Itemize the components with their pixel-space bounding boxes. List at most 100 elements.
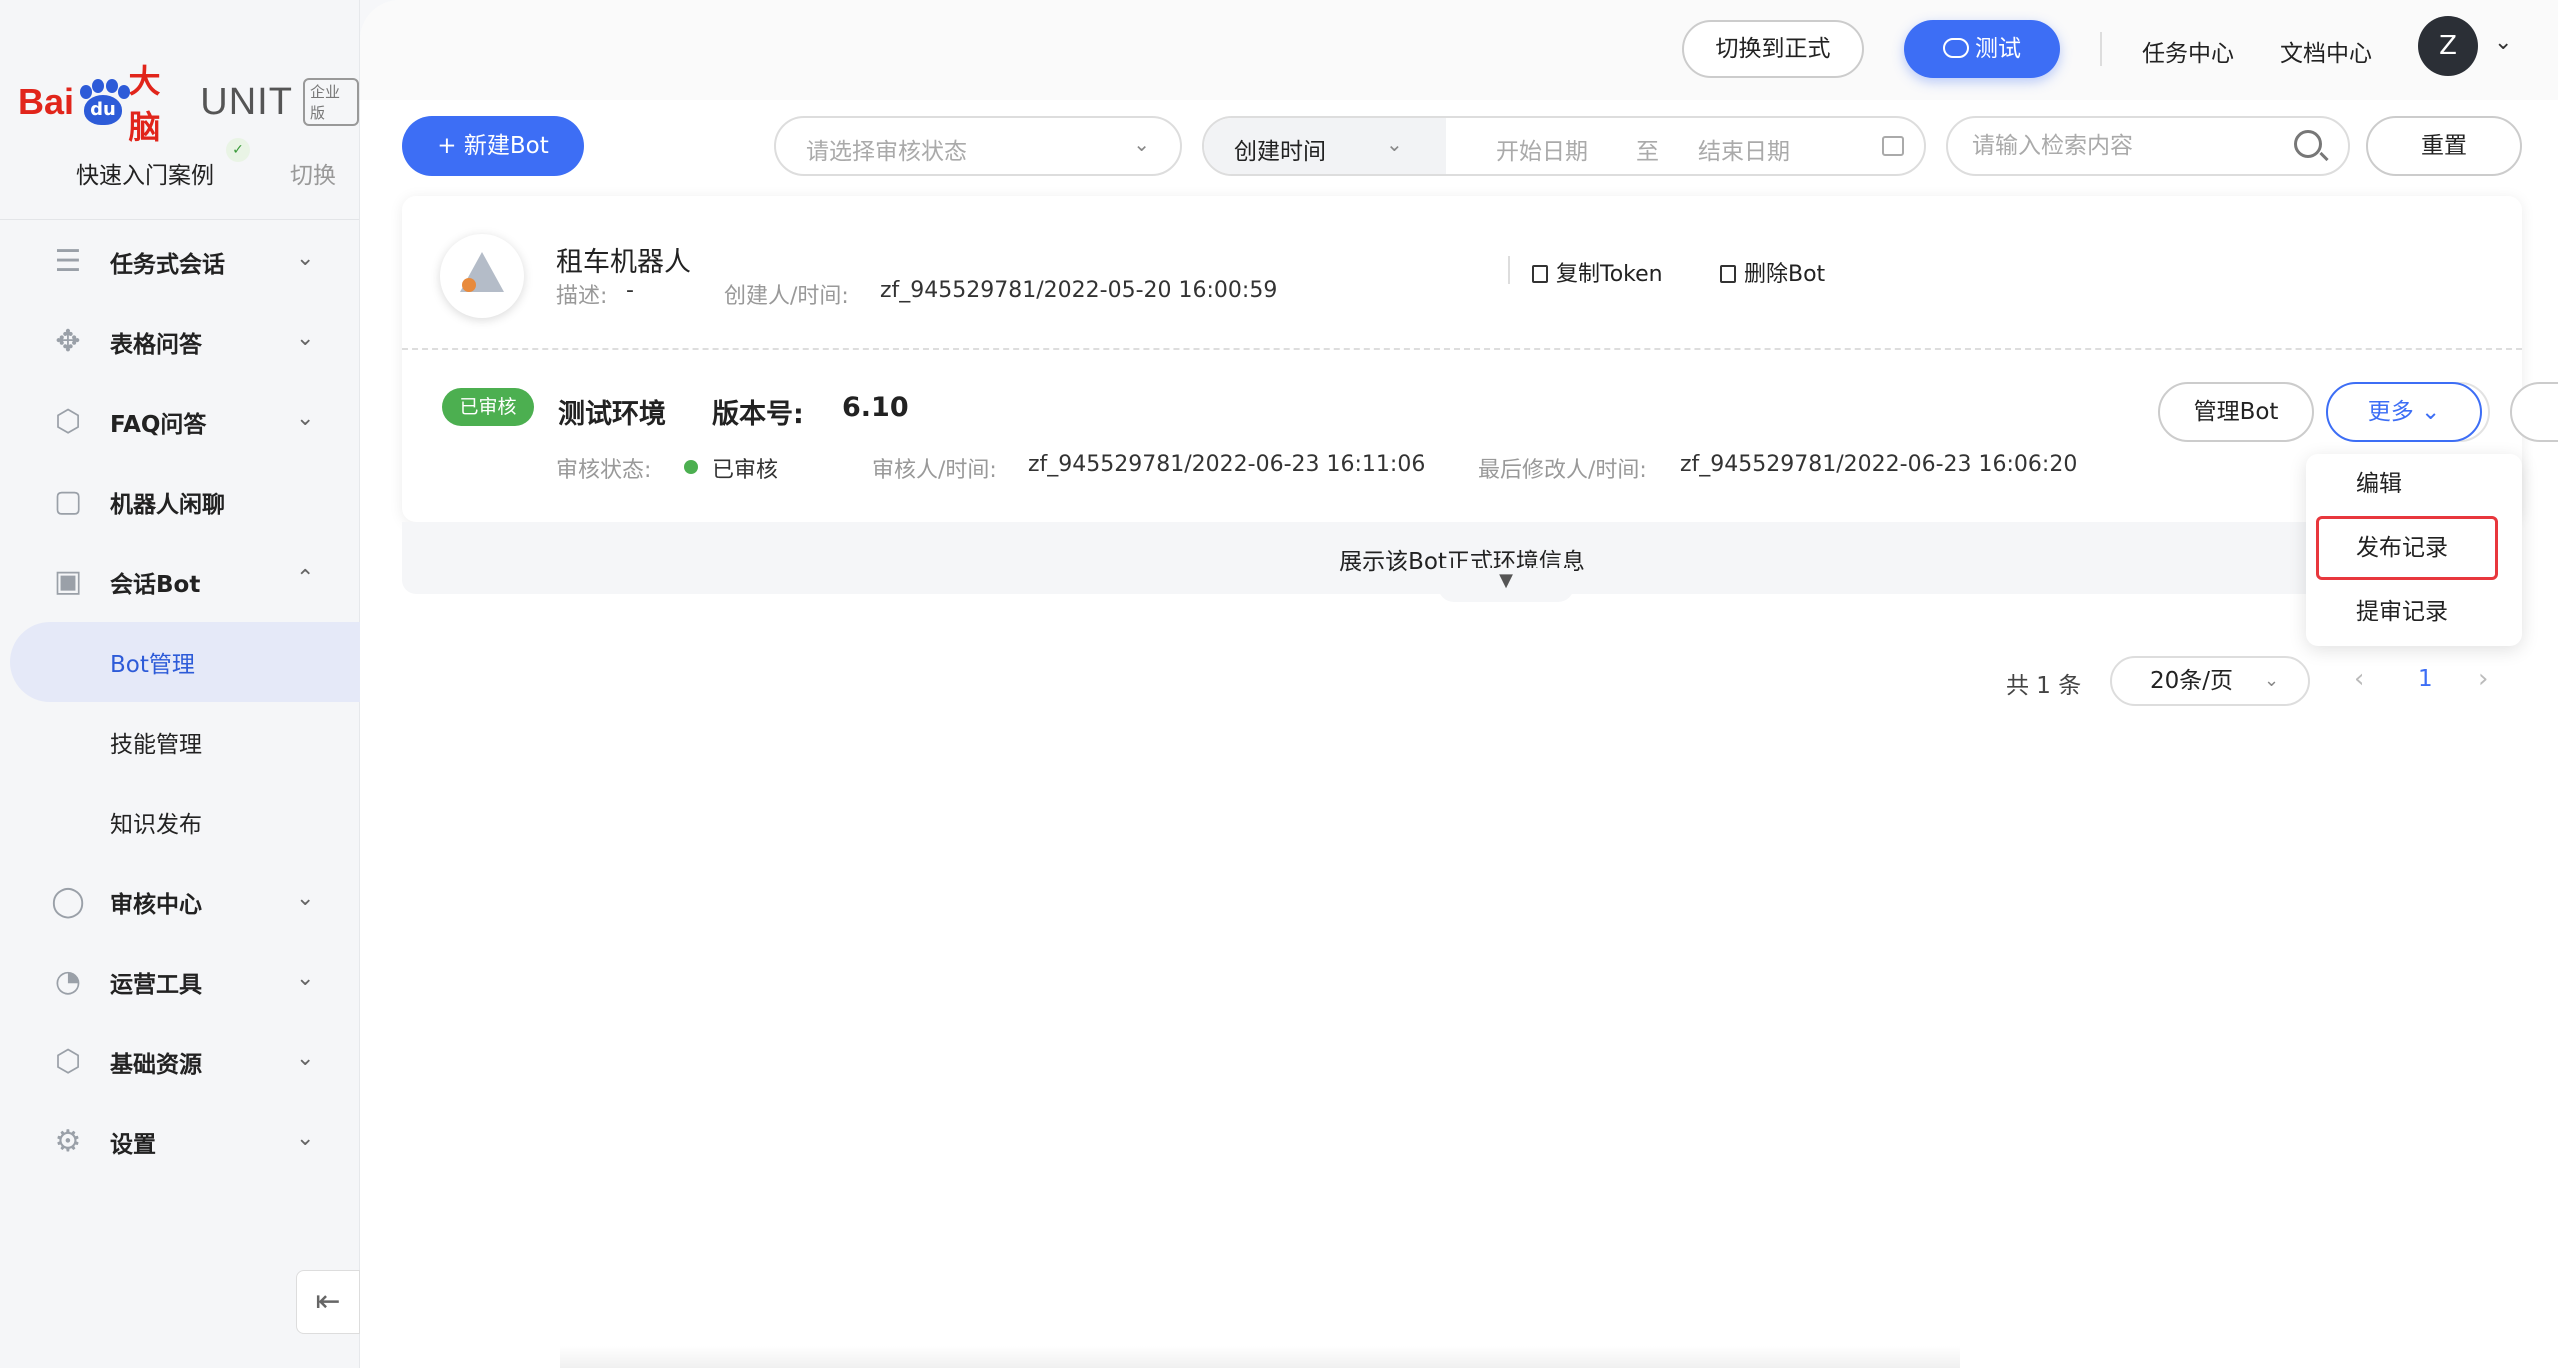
header-divider	[1508, 256, 1510, 284]
sidebar-item-label: 设置	[110, 1132, 156, 1158]
sidebar-item-settings[interactable]: ⚙ 设置 ⌄	[0, 1102, 360, 1182]
review-status-value: 已审核	[712, 458, 779, 483]
collapse-sidebar-icon[interactable]: ⇤	[296, 1270, 360, 1334]
chat-icon	[1943, 38, 1969, 58]
publish-button[interactable]: 发布	[2510, 382, 2558, 442]
more-label: 更多	[2367, 399, 2414, 425]
search-box	[1946, 116, 2350, 176]
delete-bot-label: 删除Bot	[1744, 262, 1826, 287]
search-icon[interactable]	[2294, 130, 2322, 158]
chevron-down-icon: ⌄	[296, 886, 315, 911]
end-date-input[interactable]: 结束日期	[1698, 132, 1790, 166]
sidebar-item-faq[interactable]: ⬡ FAQ问答 ⌄	[0, 382, 360, 462]
menu-item-review-records[interactable]: 提审记录	[2306, 582, 2522, 642]
chevron-down-icon: ⌄	[296, 326, 315, 351]
switch-to-formal-button[interactable]: 切换到正式	[1682, 20, 1864, 78]
bot-name: 租车机器人	[556, 247, 691, 278]
sidebar-item-review-center[interactable]: ◯ 审核中心 ⌄	[0, 862, 360, 942]
current-page[interactable]: 1	[2418, 666, 2433, 692]
topbar: 切换到正式 测试 任务中心 文档中心 Z ⌄	[360, 0, 2558, 100]
calendar-icon[interactable]	[1882, 136, 1904, 156]
review-status-select[interactable]: 请选择审核状态 ⌄	[774, 116, 1182, 176]
review-status-label: 审核状态:	[556, 458, 652, 483]
switch-case-link[interactable]: 切换	[290, 156, 336, 190]
chevron-down-icon: ⌄	[296, 966, 315, 991]
sidebar-item-label: 审核中心	[110, 892, 202, 918]
chevron-down-icon: ⌄	[296, 246, 315, 271]
baidu-unit-logo[interactable]: Bai du 大脑 UNIT 企业版	[18, 56, 360, 148]
triangle-down-icon[interactable]: ▼	[1438, 568, 1574, 602]
sidebar-subitem-label: 技能管理	[110, 732, 202, 758]
page-size-select[interactable]: 20条/页 ⌄	[2110, 656, 2310, 706]
date-range-filter: 创建时间 ⌄ 开始日期 至 结束日期	[1202, 116, 1926, 176]
sidebar-subitem-label: 知识发布	[110, 812, 202, 838]
sidebar-subitem-skill-manage[interactable]: 技能管理	[0, 702, 360, 782]
baidu-paw-icon: du	[76, 79, 131, 125]
doc-center-link[interactable]: 文档中心	[2280, 34, 2372, 68]
delete-bot-button[interactable]: 删除Bot	[1720, 256, 1825, 288]
next-page-icon[interactable]: ›	[2478, 664, 2488, 694]
chevron-up-icon: ⌃	[296, 566, 315, 591]
prev-page-icon[interactable]: ‹	[2354, 664, 2364, 694]
bot-card: 租车机器人 描述: - 创建人/时间: zf_945529781/2022-05…	[402, 196, 2558, 522]
gear-icon: ⚙	[54, 1124, 82, 1159]
reset-button[interactable]: 重置	[2366, 116, 2522, 176]
card-divider	[402, 348, 2522, 350]
sidebar-item-label: 运营工具	[110, 972, 202, 998]
logo-bai: Bai	[18, 81, 75, 122]
bot-icon: ▣	[53, 564, 83, 599]
sidebar-item-base-resources[interactable]: ⬡ 基础资源 ⌄	[0, 1022, 360, 1102]
start-date-input[interactable]: 开始日期	[1496, 132, 1588, 166]
new-bot-button[interactable]: + 新建Bot	[402, 116, 584, 176]
logo-du: du	[84, 95, 123, 125]
sidebar-item-label: 任务式会话	[110, 252, 225, 278]
chevron-down-icon: ⌄	[1386, 132, 1403, 156]
copy-token-button[interactable]: 复制Token	[1532, 256, 1663, 288]
version-value: 6.10	[842, 392, 909, 423]
chevron-down-icon[interactable]: ⌄	[2494, 30, 2512, 55]
logo-area: Bai du 大脑 UNIT 企业版 快速入门案例 ✓ 切换	[0, 0, 360, 220]
topbar-divider	[2100, 32, 2102, 66]
menu-item-edit[interactable]: 编辑	[2306, 454, 2522, 514]
test-button[interactable]: 测试	[1904, 20, 2060, 78]
search-input[interactable]	[1972, 128, 2272, 164]
sidebar-item-dialog-bot[interactable]: ▣ 会话Bot ⌃	[0, 542, 360, 622]
chat-bubble-icon: ▢	[53, 484, 83, 519]
avatar[interactable]: Z	[2418, 16, 2478, 76]
plus-icon: +	[437, 133, 464, 159]
chevron-down-icon: ⌄	[2264, 670, 2280, 691]
quick-case-link[interactable]: 快速入门案例	[76, 156, 214, 190]
sidebar-subitem-bot-manage[interactable]: Bot管理	[10, 622, 360, 702]
sidebar-item-table-qa[interactable]: ✥ 表格问答 ⌄	[0, 302, 360, 382]
sidebar-item-label: FAQ问答	[110, 412, 207, 438]
sidebar-item-chitchat[interactable]: ▢ 机器人闲聊	[0, 462, 360, 542]
sidebar-subitem-knowledge-publish[interactable]: 知识发布	[0, 782, 360, 862]
bot-creator-label: 创建人/时间:	[724, 284, 849, 309]
reviewer-label: 审核人/时间:	[872, 458, 997, 483]
review-status-placeholder: 请选择审核状态	[806, 139, 967, 165]
quick-case-badge-icon: ✓	[226, 138, 250, 162]
pagination-total: 共 1 条	[2006, 673, 2082, 699]
table-qa-icon: ✥	[55, 324, 81, 359]
hexagons-icon: ⬡	[54, 1044, 82, 1079]
more-button[interactable]: 更多 ⌄	[2326, 382, 2482, 442]
sidebar-item-ops-tools[interactable]: ◔ 运营工具 ⌄	[0, 942, 360, 1022]
chevron-down-icon: ⌄	[2421, 399, 2441, 425]
sidebar-item-label: 表格问答	[110, 332, 202, 358]
manage-bot-button[interactable]: 管理Bot	[2158, 382, 2314, 442]
task-center-link[interactable]: 任务中心	[2142, 34, 2234, 68]
chevron-down-icon: ⌄	[296, 406, 315, 431]
modifier-label: 最后修改人/时间:	[1478, 458, 1647, 483]
shield-icon: ◯	[51, 884, 85, 919]
sidebar-item-task-dialog[interactable]: ☰ 任务式会话 ⌄	[0, 222, 360, 302]
sidebar-item-label: 会话Bot	[110, 572, 201, 598]
show-formal-env-bar[interactable]: 展示该Bot正式环境信息 ▼	[402, 522, 2522, 602]
logo-dana: 大脑	[128, 62, 161, 146]
faq-icon: ⬡	[54, 404, 82, 439]
more-dropdown-menu: 编辑 发布记录 提审记录	[2306, 454, 2522, 646]
chevron-down-icon: ⌄	[296, 1046, 315, 1071]
bot-creator-value: zf_945529781/2022-05-20 16:00:59	[880, 278, 1278, 303]
date-type-select[interactable]: 创建时间 ⌄	[1204, 118, 1446, 174]
date-separator: 至	[1636, 139, 1659, 165]
bot-desc-label: 描述:	[556, 284, 608, 309]
